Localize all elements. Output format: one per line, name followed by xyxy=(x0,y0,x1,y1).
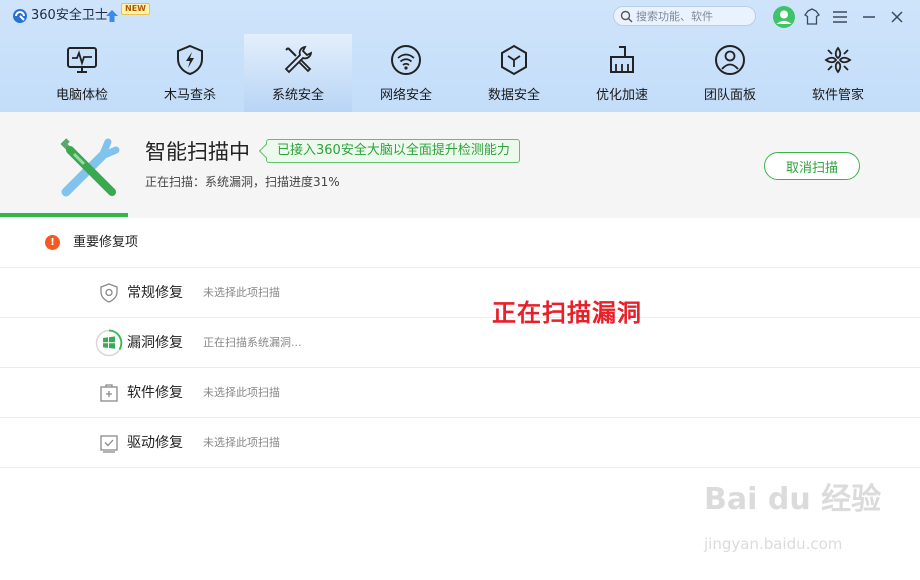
wrench-screwdriver-icon xyxy=(284,45,313,74)
software-box-icon xyxy=(100,384,118,402)
list-item-driver-fix[interactable]: 驱动修复 未选择此项扫描 xyxy=(0,418,920,468)
app-title: 360安全卫士 xyxy=(31,8,108,23)
watermark-brand: Bai du 经验 xyxy=(704,482,882,517)
shield-outline-icon xyxy=(100,283,118,303)
important-fixes-group: ! 重要修复项 xyxy=(0,218,920,268)
nav-item-data-security[interactable]: 数据安全 xyxy=(460,34,568,112)
nav-item-network-security[interactable]: 网络安全 xyxy=(352,34,460,112)
group-title: 重要修复项 xyxy=(73,235,139,250)
scan-progress-bar xyxy=(0,213,920,217)
search-box[interactable] xyxy=(613,6,756,26)
brain-connected-badge: 已接入360安全大脑以全面提升检测能力 xyxy=(266,139,520,163)
warning-icon: ! xyxy=(45,235,60,250)
row-status: 未选择此项扫描 xyxy=(203,286,280,299)
nav-label: 软件管家 xyxy=(811,88,864,103)
scan-progress-fill xyxy=(0,213,128,217)
menu-icon[interactable] xyxy=(829,6,851,28)
nav-label: 电脑体检 xyxy=(55,88,108,103)
title-bar: 360安全卫士 NEW xyxy=(0,0,920,34)
nav-item-system-security[interactable]: 系统安全 xyxy=(244,34,352,112)
row-name: 驱动修复 xyxy=(127,435,183,451)
skin-shirt-icon[interactable] xyxy=(801,6,823,28)
user-avatar-icon[interactable] xyxy=(772,5,796,29)
team-person-icon xyxy=(715,45,745,75)
row-name: 常规修复 xyxy=(127,285,183,301)
baidu-jingyan-watermark: Bai du 经验 jingyan.baidu.com xyxy=(704,480,881,560)
nav-label: 木马查杀 xyxy=(163,88,216,103)
upgrade-arrow-icon[interactable] xyxy=(105,9,119,23)
nav-item-team-panel[interactable]: 团队面板 xyxy=(676,34,784,112)
app-grid-icon xyxy=(824,46,852,74)
minimize-icon[interactable] xyxy=(858,6,880,28)
new-badge: NEW xyxy=(121,3,150,15)
nav-item-software-manager[interactable]: 软件管家 xyxy=(784,34,892,112)
row-status: 正在扫描系统漏洞... xyxy=(203,336,302,349)
header: 360安全卫士 NEW 搜索功能、软件 电脑体检 木马查杀 系统安全 网络安全 … xyxy=(0,0,920,112)
wifi-icon xyxy=(391,45,421,75)
list-item-software-fix[interactable]: 软件修复 未选择此项扫描 xyxy=(0,368,920,418)
nav-label: 数据安全 xyxy=(487,88,540,103)
annotation-text: 正在扫描漏洞 xyxy=(492,299,642,327)
scan-status-text: 正在扫描：系统漏洞，扫描进度31% xyxy=(145,175,340,189)
search-icon xyxy=(620,10,633,23)
scan-panel: 智能扫描中 已接入360安全大脑以全面提升检测能力 正在扫描：系统漏洞，扫描进度… xyxy=(0,112,920,218)
nav-label: 优化加速 xyxy=(595,88,648,103)
list-item-regular-fix[interactable]: 常规修复 未选择此项扫描 xyxy=(0,268,920,318)
windows-logo-icon xyxy=(95,329,123,357)
monitor-pulse-icon xyxy=(67,47,97,73)
close-icon[interactable] xyxy=(886,6,908,28)
hexagon-cube-icon xyxy=(501,44,527,76)
row-name: 软件修复 xyxy=(127,385,183,401)
app-logo-icon xyxy=(13,9,27,23)
list-item-vulnerability-fix[interactable]: 漏洞修复 正在扫描系统漏洞... xyxy=(0,318,920,368)
watermark-url: jingyan.baidu.com xyxy=(704,535,843,553)
scan-title: 智能扫描中 xyxy=(145,140,250,164)
nav-label: 网络安全 xyxy=(379,88,432,103)
nav-item-pc-checkup[interactable]: 电脑体检 xyxy=(28,34,136,112)
nav-item-trojan-scan[interactable]: 木马查杀 xyxy=(136,34,244,112)
driver-check-icon xyxy=(100,435,118,453)
tools-illustration-icon xyxy=(60,138,120,197)
nav-label: 系统安全 xyxy=(271,88,324,103)
main-nav: 电脑体检 木马查杀 系统安全 网络安全 数据安全 优化加速 团队面板 软件管家 xyxy=(28,34,892,112)
row-status: 未选择此项扫描 xyxy=(203,386,280,399)
cancel-scan-button[interactable]: 取消扫描 xyxy=(764,152,860,180)
nav-item-optimize[interactable]: 优化加速 xyxy=(568,34,676,112)
search-input[interactable] xyxy=(636,8,751,24)
nav-label: 团队面板 xyxy=(703,88,756,103)
broom-icon xyxy=(610,46,634,73)
row-status: 未选择此项扫描 xyxy=(203,436,280,449)
shield-bolt-icon xyxy=(177,44,203,76)
row-name: 漏洞修复 xyxy=(127,335,183,351)
